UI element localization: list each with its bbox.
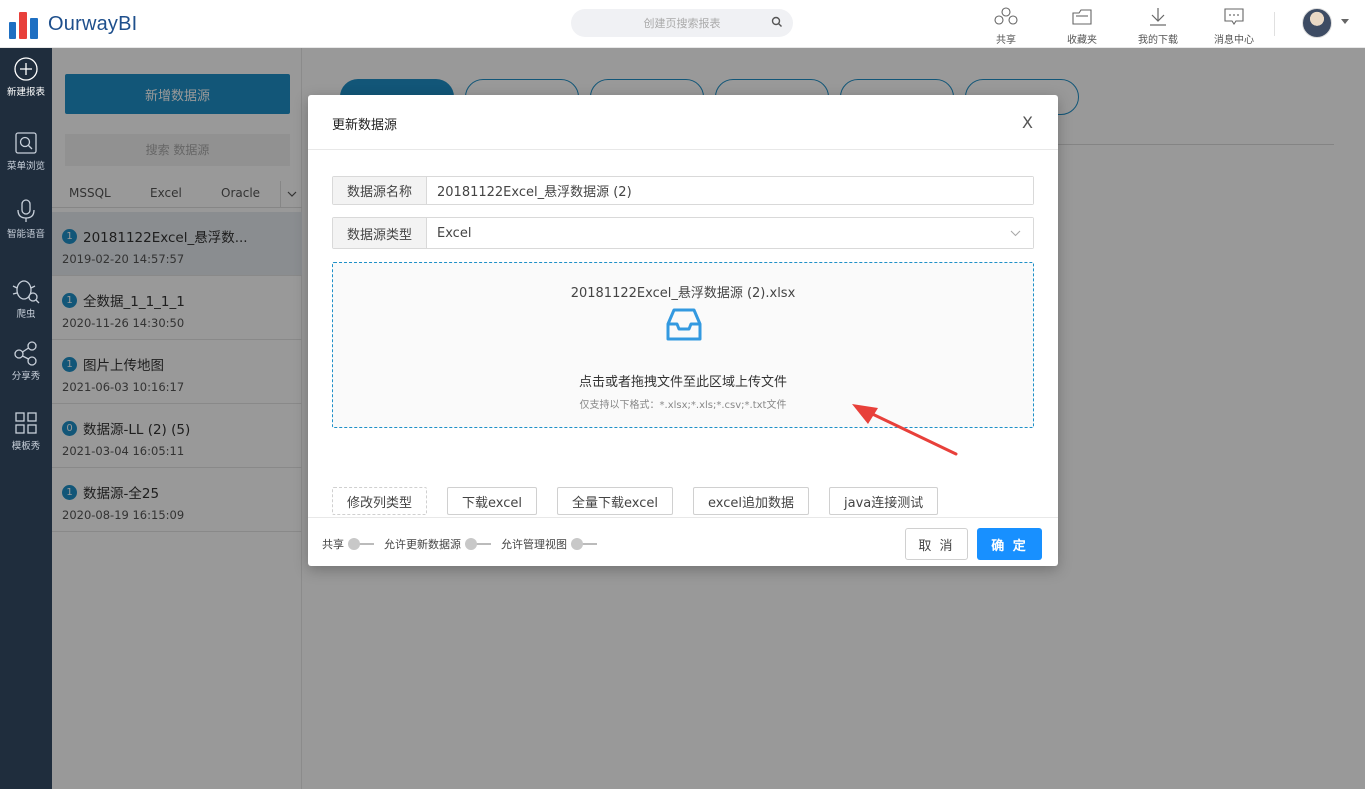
header-divider xyxy=(1274,12,1275,36)
modify-column-type-button[interactable]: 修改列类型 xyxy=(332,487,428,515)
download-excel-button[interactable]: 下载excel xyxy=(447,487,538,515)
dialog-header: 更新数据源 X xyxy=(308,95,1058,150)
avatar[interactable] xyxy=(1302,8,1332,38)
download-icon xyxy=(1150,8,1166,26)
annotation-arrow-icon xyxy=(852,404,958,456)
folder-icon xyxy=(1072,9,1092,25)
dialog-title: 更新数据源 xyxy=(332,118,398,133)
downloads-label: 我的下载 xyxy=(1138,35,1178,46)
search-icon[interactable] xyxy=(771,16,783,28)
allow-manage-view-toggle[interactable] xyxy=(571,538,599,550)
dialog-footer: 共享 允许更新数据源 允许管理视图 取 消 确 定 xyxy=(308,517,1058,566)
uploaded-file-name: 20181122Excel_悬浮数据源 (2).xlsx xyxy=(570,286,796,301)
datasource-name-input[interactable]: 20181122Excel_悬浮数据源 (2) xyxy=(427,177,1033,204)
nav-label: 分享秀 xyxy=(11,371,41,382)
grid-icon xyxy=(15,412,37,434)
chevron-down-icon[interactable] xyxy=(1010,230,1021,237)
datasource-type-value: Excel xyxy=(437,225,472,241)
favorites-label: 收藏夹 xyxy=(1067,35,1097,46)
messages-label: 消息中心 xyxy=(1214,35,1254,46)
confirm-button[interactable]: 确 定 xyxy=(977,528,1042,560)
datasource-name-label: 数据源名称 xyxy=(333,177,427,204)
nav-label: 爬虫 xyxy=(16,309,36,320)
report-search-input[interactable] xyxy=(602,16,762,30)
update-datasource-dialog: 更新数据源 X 数据源名称 20181122Excel_悬浮数据源 (2) 数据… xyxy=(308,95,1058,566)
nav-label: 菜单浏览 xyxy=(6,161,45,172)
allow-update-toggle[interactable] xyxy=(465,538,493,550)
nav-label: 模板秀 xyxy=(11,441,41,452)
nav-item-voice[interactable]: 智能语音 xyxy=(0,198,52,240)
app-name: OurwayBI xyxy=(48,12,138,35)
full-download-excel-button[interactable]: 全量下载excel xyxy=(557,487,674,515)
nav-label: 智能语音 xyxy=(6,229,45,240)
java-connection-test-button[interactable]: java连接测试 xyxy=(829,487,939,515)
allow-manage-view-switch-label: 允许管理视图 xyxy=(501,538,567,551)
datasource-name-row: 数据源名称 20181122Excel_悬浮数据源 (2) xyxy=(332,176,1034,205)
share-action[interactable]: 共享 xyxy=(968,6,1044,46)
share-switch-label: 共享 xyxy=(322,538,344,551)
nav-item-crawler[interactable]: 爬虫 xyxy=(0,274,52,320)
close-icon[interactable]: X xyxy=(1022,113,1033,132)
downloads-action[interactable]: 我的下载 xyxy=(1120,6,1196,46)
share-label: 共享 xyxy=(996,35,1016,46)
microphone-icon xyxy=(17,199,35,222)
message-icon xyxy=(1224,8,1244,25)
nav-item-menu-browse[interactable]: 菜单浏览 xyxy=(0,130,52,172)
app-logo[interactable]: OurwayBI xyxy=(6,8,137,40)
upload-hint: 点击或者拖拽文件至此区域上传文件 xyxy=(578,375,787,390)
allow-update-switch-label: 允许更新数据源 xyxy=(384,538,461,551)
logo-icon xyxy=(6,8,46,40)
favorites-action[interactable]: 收藏夹 xyxy=(1044,6,1120,46)
nav-label: 新建报表 xyxy=(6,87,45,98)
nav-item-share-show[interactable]: 分享秀 xyxy=(0,340,52,382)
plus-circle-icon xyxy=(14,57,38,81)
share-cloud-icon xyxy=(994,7,1018,25)
datasource-type-select[interactable]: Excel xyxy=(427,218,1033,248)
browse-icon xyxy=(15,132,37,154)
report-search[interactable] xyxy=(571,9,793,37)
cancel-button[interactable]: 取 消 xyxy=(905,528,968,560)
inbox-icon xyxy=(666,308,702,341)
messages-action[interactable]: 消息中心 xyxy=(1196,6,1272,46)
nav-item-new-report[interactable]: 新建报表 xyxy=(0,56,52,98)
nav-item-template-show[interactable]: 模板秀 xyxy=(0,410,52,452)
caret-down-icon[interactable] xyxy=(1341,19,1349,24)
left-nav: 新建报表 菜单浏览 智能语音 爬虫 分享秀 模板秀 xyxy=(0,48,52,789)
append-excel-data-button[interactable]: excel追加数据 xyxy=(693,487,810,515)
datasource-type-row: 数据源类型 Excel xyxy=(332,217,1034,249)
share-nodes-icon xyxy=(14,341,37,366)
bug-icon xyxy=(12,280,40,304)
top-header: OurwayBI 共享 收藏夹 xyxy=(0,0,1365,48)
share-toggle[interactable] xyxy=(348,538,376,550)
datasource-type-label: 数据源类型 xyxy=(333,218,427,248)
